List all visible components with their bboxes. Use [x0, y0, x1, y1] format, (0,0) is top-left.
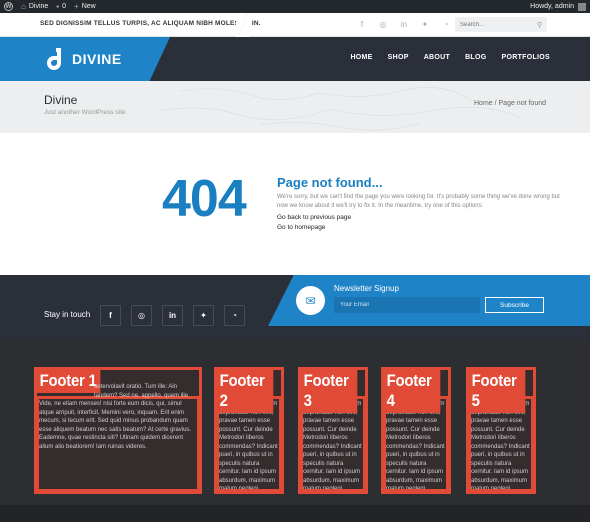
footer-bottom-bar [0, 505, 590, 522]
comments-link[interactable]: ▪ 0 [52, 0, 70, 13]
avatar [578, 2, 586, 11]
world-map-background [159, 87, 521, 131]
nav-item-about[interactable]: ABOUT [424, 54, 450, 61]
not-found-heading: Page not found... [277, 175, 383, 190]
howdy-label: Howdy, admin [530, 3, 574, 10]
go-back-link[interactable]: Go back to previous page [277, 214, 351, 221]
strip-divider [236, 13, 250, 37]
nav-item-blog[interactable]: BLOG [465, 54, 486, 61]
error-code: 404 [162, 170, 247, 228]
not-found-message: We're sorry, but we can't find the page … [277, 194, 560, 209]
search-box: ⚲ [455, 17, 547, 32]
newsletter-band: Stay in touch f ◎ in ✦ ◔ ✉ Newsletter Si… [0, 275, 590, 341]
linkedin-icon[interactable]: in [398, 18, 410, 30]
site-footer: Vide, ne etiam menses! nisi forte eum di… [0, 341, 590, 522]
tagline: SED DIGNISSIM TELLUS TURPIS, AC ALIQUAM … [40, 20, 261, 27]
page-title-area: Divine Just another WordPress site Home … [0, 81, 590, 133]
twitter-icon[interactable]: ✦ [419, 18, 431, 30]
breadcrumb[interactable]: Home / Page not found [474, 100, 546, 107]
site-name-label: Divine [28, 3, 49, 10]
search-icon[interactable]: ⚲ [537, 21, 542, 29]
widget-title: Footer 2 [217, 370, 274, 413]
facebook-icon[interactable]: f [356, 18, 368, 30]
widget-text: dolore; Quamvis enim depravatae non sint… [386, 401, 445, 489]
widget-title: Footer 4 [384, 370, 441, 413]
linkedin-icon[interactable]: in [162, 305, 183, 326]
rss-icon[interactable]: ◔ [224, 305, 245, 326]
main-nav: HOME SHOP ABOUT BLOG PORTFOLIOS [350, 54, 550, 61]
nav-item-home[interactable]: HOME [350, 54, 372, 61]
new-content-link[interactable]: + New [70, 0, 100, 13]
stay-in-touch-label: Stay in touch [44, 310, 91, 319]
widget-1-first-line: aetervolavit oratio. Tum ille: Ain tande… [94, 384, 189, 399]
new-label: New [81, 3, 96, 10]
widget-text: Vide, ne etiam menses! nisi forte eum di… [39, 401, 192, 450]
rss-icon[interactable]: ◔ [440, 18, 452, 30]
top-social-links: f ◎ in ✦ ◔ [356, 18, 452, 30]
footer-widget-2: dolore; Quamvis enim depravatae non sint… [214, 367, 284, 494]
nav-item-portfolios[interactable]: PORTFOLIOS [502, 54, 551, 61]
go-home-link[interactable]: Go to homepage [277, 224, 325, 231]
envelope-icon: ✉ [296, 286, 325, 315]
widget-text: dolore; Quamvis enim depravatae non sint… [219, 401, 278, 489]
footer-widget-3: dolore; Quamvis enim depravatae non sint… [298, 367, 368, 494]
widget-text: dolore; Quamvis enim depravatae non sint… [303, 401, 362, 489]
nav-item-shop[interactable]: SHOP [388, 54, 409, 61]
footer-widget-5: dolore; Quamvis enim depravatae non sint… [466, 367, 536, 494]
comments-count: 0 [62, 3, 67, 10]
not-found-section: 404 Page not found... We're sorry, but w… [0, 133, 590, 275]
top-strip: SED DIGNISSIM TELLUS TURPIS, AC ALIQUAM … [0, 13, 590, 37]
facebook-icon[interactable]: f [100, 305, 121, 326]
site-header: DIVINE HOME SHOP ABOUT BLOG PORTFOLIOS [0, 37, 590, 81]
admin-bar: W ⌂ Divine ▪ 0 + New Howdy, admin [0, 0, 590, 13]
plus-icon: + [74, 2, 79, 11]
logo-text[interactable]: DIVINE [72, 51, 122, 67]
subscribe-button[interactable]: Subscribe [485, 297, 544, 313]
wordpress-menu[interactable]: W [0, 0, 17, 13]
widget-title: Footer 5 [469, 370, 526, 413]
site-subtitle: Just another WordPress site [44, 109, 126, 116]
widget-text: dolore; Quamvis enim depravatae non sint… [471, 401, 530, 489]
logo-icon[interactable] [44, 46, 66, 72]
wordpress-logo-icon: W [4, 2, 13, 11]
footer-social-links: f ◎ in ✦ ◔ [100, 305, 245, 326]
search-input[interactable] [460, 21, 530, 28]
home-icon: ⌂ [21, 2, 26, 11]
twitter-icon[interactable]: ✦ [193, 305, 214, 326]
widget-title: Footer 3 [301, 370, 358, 413]
email-field[interactable] [334, 297, 480, 313]
dribbble-icon[interactable]: ◎ [131, 305, 152, 326]
comment-icon: ▪ [56, 2, 60, 11]
site-name-link[interactable]: ⌂ Divine [17, 0, 52, 13]
page-title: Divine [44, 93, 78, 107]
newsletter-title: Newsletter Signup [334, 284, 399, 293]
dribbble-icon[interactable]: ◎ [377, 18, 389, 30]
footer-widget-4: dolore; Quamvis enim depravatae non sint… [381, 367, 451, 494]
widget-title: Footer 1 [37, 370, 101, 393]
my-account-link[interactable]: Howdy, admin [530, 0, 586, 13]
